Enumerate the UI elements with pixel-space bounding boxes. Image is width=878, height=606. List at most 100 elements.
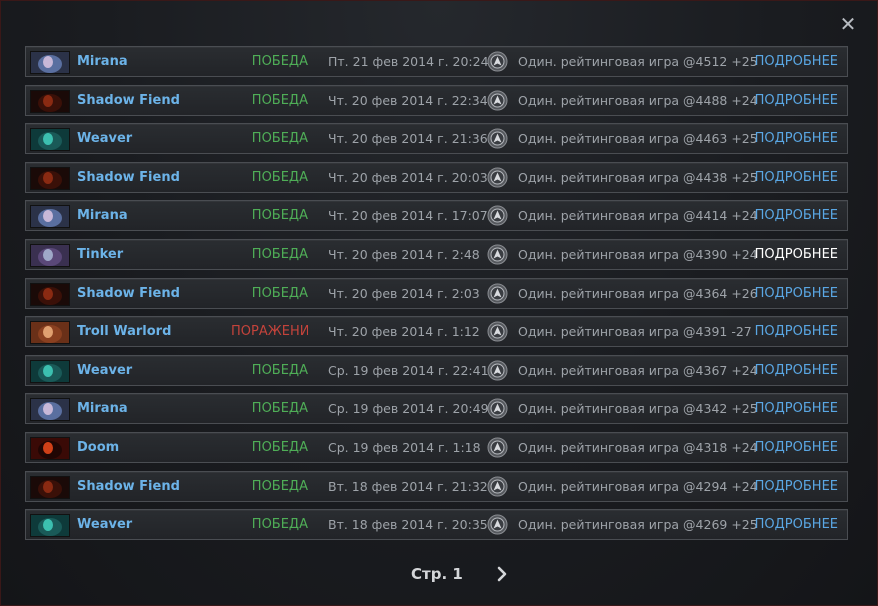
match-row[interactable]: Shadow Fiend ПОБЕДА Чт. 20 фев 2014 г. 22:… [25, 84, 848, 116]
hero-name: Mirana [77, 208, 128, 224]
match-result: ПОБЕДА [251, 246, 308, 262]
hero-name: Tinker [77, 246, 124, 262]
hero-portrait-icon [30, 436, 70, 460]
hero-portrait-icon [30, 166, 70, 190]
match-row[interactable]: Shadow Fiend ПОБЕДА Чт. 20 фев 2014 г. 20:… [25, 161, 848, 193]
match-row[interactable]: Shadow Fiend ПОБЕДА Вт. 18 фев 2014 г. 21:… [25, 470, 848, 502]
match-row[interactable]: Weaver ПОБЕДА Ср. 19 фев 2014 г. 22:41 Один… [25, 354, 848, 386]
hero-portrait-icon [30, 321, 70, 345]
match-mode: Один. рейтинговая игра @4342 +25 [518, 401, 758, 417]
match-date: Пт. 21 фев 2014 г. 20:24 [328, 54, 489, 69]
details-link[interactable]: ПОДРОБНЕЕ [755, 47, 838, 76]
hero-name: Mirana [77, 401, 128, 417]
hero-name: Troll Warlord [77, 324, 172, 340]
details-link[interactable]: ПОДРОБНЕЕ [755, 163, 838, 192]
match-mode: Один. рейтинговая игра @4318 +24 [518, 439, 758, 455]
match-mode: Один. рейтинговая игра @4294 +24 [518, 478, 758, 494]
details-link[interactable]: ПОДРОБНЕЕ [755, 356, 838, 385]
chevron-right-icon[interactable] [492, 563, 512, 585]
match-date: Чт. 20 фев 2014 г. 1:12 [328, 324, 480, 340]
details-link[interactable]: ПОДРОБНЕЕ [755, 317, 838, 346]
match-row[interactable]: Weaver ПОБЕДА Чт. 20 фев 2014 г. 21:36 Один… [25, 123, 848, 155]
match-history-dialog: ✕ Mirana ПОБЕДА Пт. 21 фев 2014 г. 20:24 Од… [0, 0, 878, 606]
match-result: ПОБЕДА [251, 54, 308, 69]
match-result: ПОБЕДА [251, 401, 308, 417]
details-link[interactable]: ПОДРОБНЕЕ [755, 433, 838, 462]
match-row[interactable]: Doom ПОБЕДА Ср. 19 фев 2014 г. 1:18 Один. р… [25, 431, 848, 463]
hero-portrait-icon [30, 243, 70, 267]
hero-name: Weaver [77, 362, 133, 378]
hero-portrait-icon [30, 359, 70, 383]
match-result: ПОБЕДА [251, 517, 308, 533]
match-date: Вт. 18 фев 2014 г. 20:35 [328, 517, 488, 533]
hero-name: Shadow Fiend [77, 92, 180, 108]
match-date: Ср. 19 фев 2014 г. 1:18 [328, 439, 481, 455]
details-link[interactable]: ПОДРОБНЕЕ [755, 201, 838, 230]
match-date: Вт. 18 фев 2014 г. 21:32 [328, 478, 488, 494]
match-list: Mirana ПОБЕДА Пт. 21 фев 2014 г. 20:24 Один… [25, 46, 848, 548]
hero-portrait-icon [30, 51, 70, 74]
match-row[interactable]: Weaver ПОБЕДА Вт. 18 фев 2014 г. 20:35 Один… [25, 509, 848, 541]
details-link[interactable]: ПОДРОБНЕЕ [755, 124, 838, 153]
ranked-mode-icon [487, 321, 508, 342]
match-mode: Один. рейтинговая игра @4438 +25 [518, 169, 758, 185]
match-date: Ср. 19 фев 2014 г. 20:49 [328, 401, 489, 417]
ranked-mode-icon [487, 128, 508, 149]
hero-portrait-icon [30, 398, 70, 422]
match-mode: Один. рейтинговая игра @4269 +25 [518, 517, 758, 533]
match-result: ПОБЕДА [251, 439, 308, 455]
match-mode: Один. рейтинговая игра @4364 +26 [518, 285, 758, 301]
match-date: Чт. 20 фев 2014 г. 21:36 [328, 131, 488, 147]
details-link[interactable]: ПОДРОБНЕЕ [755, 240, 838, 269]
match-row[interactable]: Tinker ПОБЕДА Чт. 20 фев 2014 г. 2:48 Один.… [25, 238, 848, 270]
match-mode: Один. рейтинговая игра @4414 +24 [518, 208, 758, 224]
match-mode: Один. рейтинговая игра @4391 -27 [518, 324, 752, 340]
pagination: Стр. 1 [1, 561, 878, 587]
match-row[interactable]: Mirana ПОБЕДА Чт. 20 фев 2014 г. 17:07 Один… [25, 200, 848, 232]
match-result: ПОБЕДА [251, 169, 308, 185]
hero-portrait-icon [30, 128, 70, 152]
ranked-mode-icon [487, 244, 508, 265]
match-mode: Один. рейтинговая игра @4367 +24 [518, 362, 758, 378]
match-result: ПОБЕДА [251, 285, 308, 301]
ranked-mode-icon [487, 398, 508, 419]
details-link[interactable]: ПОДРОБНЕЕ [755, 86, 838, 115]
details-link[interactable]: ПОДРОБНЕЕ [755, 279, 838, 308]
ranked-mode-icon [487, 283, 508, 304]
match-date: Чт. 20 фев 2014 г. 17:07 [328, 208, 488, 224]
hero-name: Weaver [77, 131, 133, 147]
match-mode: Один. рейтинговая игра @4488 +24 [518, 92, 758, 108]
details-link[interactable]: ПОДРОБНЕЕ [755, 510, 838, 539]
details-link[interactable]: ПОДРОБНЕЕ [755, 472, 838, 501]
match-row[interactable]: Mirana ПОБЕДА Ср. 19 фев 2014 г. 20:49 Один… [25, 393, 848, 425]
match-row[interactable]: Troll Warlord ПОРАЖЕНИ Чт. 20 фев 2014 г. … [25, 316, 848, 348]
details-link[interactable]: ПОДРОБНЕЕ [755, 394, 838, 423]
hero-name: Shadow Fiend [77, 285, 180, 301]
ranked-mode-icon [487, 476, 508, 497]
match-result: ПОРАЖЕНИ [231, 324, 308, 340]
page-label: Стр. 1 [411, 565, 463, 583]
match-date: Чт. 20 фев 2014 г. 20:03 [328, 169, 488, 185]
hero-portrait-icon [30, 514, 70, 538]
match-mode: Один. рейтинговая игра @4463 +25 [518, 131, 758, 147]
hero-name: Doom [77, 439, 120, 455]
hero-name: Shadow Fiend [77, 169, 180, 185]
match-result: ПОБЕДА [251, 92, 308, 108]
match-mode: Один. рейтинговая игра @4390 +24 [518, 246, 758, 262]
match-result: ПОБЕДА [251, 362, 308, 378]
ranked-mode-icon [487, 514, 508, 535]
match-mode: Один. рейтинговая игра @4512 +25 [518, 54, 758, 69]
close-icon[interactable]: ✕ [837, 13, 859, 35]
match-result: ПОБЕДА [251, 208, 308, 224]
match-date: Ср. 19 фев 2014 г. 22:41 [328, 362, 489, 378]
hero-name: Shadow Fiend [77, 478, 180, 494]
ranked-mode-icon [487, 437, 508, 458]
ranked-mode-icon [487, 90, 508, 111]
hero-portrait-icon [30, 475, 70, 499]
hero-portrait-icon [30, 89, 70, 113]
match-result: ПОБЕДА [251, 478, 308, 494]
hero-portrait-icon [30, 205, 70, 229]
match-row[interactable]: Shadow Fiend ПОБЕДА Чт. 20 фев 2014 г. 2:0… [25, 277, 848, 309]
match-row[interactable]: Mirana ПОБЕДА Пт. 21 фев 2014 г. 20:24 Один… [25, 46, 848, 77]
ranked-mode-icon [487, 360, 508, 381]
